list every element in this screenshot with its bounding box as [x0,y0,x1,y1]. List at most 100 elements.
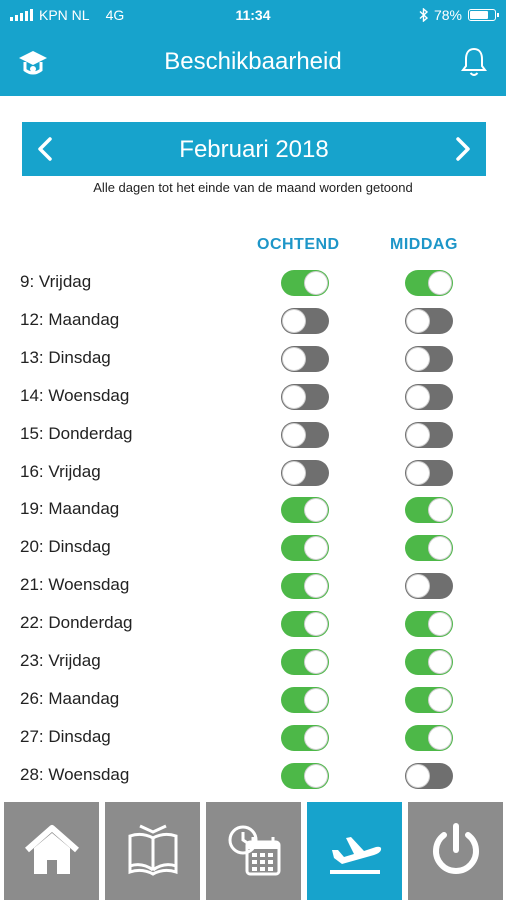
toggle-knob [429,726,451,749]
toggle-knob [283,423,305,446]
morning-toggle[interactable] [281,270,329,296]
morning-toggle[interactable] [281,762,329,789]
afternoon-toggle[interactable] [405,383,453,410]
day-row: 19: Maandag [0,491,506,529]
toggle-knob [407,764,429,787]
month-note: Alle dagen tot het einde van de maand wo… [93,180,413,195]
status-right: 78% [419,7,499,23]
afternoon-toggle[interactable] [405,762,453,789]
tab-home[interactable] [4,802,99,900]
day-row: 15: Donderdag [0,416,506,454]
day-row: 12: Maandag [0,302,506,340]
morning-toggle[interactable] [281,611,329,638]
bell-icon[interactable] [460,46,488,78]
day-row: 21: Woensdag [0,567,506,605]
toggle-knob [305,575,327,598]
morning-toggle[interactable] [281,573,329,600]
afternoon-toggle[interactable] [405,686,453,713]
day-row: 20: Dinsdag [0,529,506,567]
morning-toggle[interactable] [281,497,329,524]
toggle-knob [429,537,451,560]
day-row: 27: Dinsdag [0,719,506,757]
month-title: Februari 2018 [179,136,329,163]
day-row: 26: Maandag [0,681,506,719]
day-label: 22: Donderdag [20,613,133,633]
morning-toggle[interactable] [281,383,329,410]
day-label: 20: Dinsdag [20,537,111,557]
home-icon [24,825,79,874]
morning-toggle[interactable] [281,307,329,334]
toggle-knob [429,499,451,522]
day-row: 14: Woensdag [0,378,506,416]
column-header-morning: OCHTEND [257,236,340,253]
day-label: 16: Vrijdag [20,461,101,481]
afternoon-toggle[interactable] [405,649,453,675]
toggle-knob [407,385,429,408]
toggle-knob [283,309,305,332]
afternoon-toggle[interactable] [405,573,453,600]
day-row: 23: Vrijdag [0,643,506,681]
morning-toggle[interactable] [281,724,329,751]
day-label: 21: Woensdag [20,575,130,595]
tab-logout[interactable] [408,802,503,900]
day-label: 26: Maandag [20,688,120,708]
tab-bar [0,798,506,900]
month-selector: Februari 2018 [22,122,486,176]
column-header-afternoon: MIDDAG [390,236,458,253]
toggle-knob [305,499,327,522]
afternoon-toggle[interactable] [405,724,453,751]
toggle-knob [429,651,451,673]
afternoon-toggle[interactable] [405,270,453,296]
power-icon [432,823,479,874]
battery-percent: 78% [433,7,462,23]
afternoon-toggle[interactable] [405,535,453,562]
nav-bar: Beschikbaarheid [0,30,506,96]
afternoon-toggle[interactable] [405,611,453,638]
morning-toggle[interactable] [281,345,329,372]
afternoon-toggle[interactable] [405,345,453,372]
toggle-knob [407,347,429,370]
toggle-knob [283,385,305,408]
afternoon-toggle[interactable] [405,459,453,486]
day-label: 28: Woensdag [20,764,130,784]
toggle-knob [305,537,327,560]
battery-icon [468,9,499,21]
toggle-knob [283,461,305,484]
day-row: 22: Donderdag [0,605,506,643]
toggle-knob [407,423,429,446]
afternoon-toggle[interactable] [405,307,453,334]
toggle-knob [305,726,327,749]
tab-book[interactable] [105,802,200,900]
afternoon-toggle[interactable] [405,497,453,524]
toggle-knob [283,347,305,370]
tab-availability[interactable] [307,802,402,900]
day-label: 27: Dinsdag [20,726,111,746]
day-row: 9: Vrijdag [0,264,506,302]
afternoon-toggle[interactable] [405,421,453,448]
toggle-knob [407,575,429,598]
day-row: 16: Vrijdag [0,454,506,492]
morning-toggle[interactable] [281,535,329,562]
morning-toggle[interactable] [281,421,329,448]
toggle-knob [305,688,327,711]
page-title: Beschikbaarheid [164,48,342,75]
morning-toggle[interactable] [281,459,329,486]
bluetooth-icon [419,8,428,22]
toggle-knob [429,688,451,711]
day-label: 14: Woensdag [20,385,130,405]
toggle-knob [429,613,451,636]
day-label: 9: Vrijdag [20,272,92,291]
toggle-knob [305,651,327,673]
toggle-knob [305,613,327,636]
toggle-knob [407,309,429,332]
chevron-right-icon[interactable] [448,135,476,163]
morning-toggle[interactable] [281,686,329,713]
toggle-knob [407,461,429,484]
toggle-knob [305,764,327,787]
airplane-icon [329,837,381,874]
tab-schedule[interactable] [206,802,301,900]
day-row: 13: Dinsdag [0,340,506,378]
book-icon [128,824,177,876]
morning-toggle[interactable] [281,649,329,675]
status-bar: KPN NL 4G 11:34 78% [0,0,506,30]
